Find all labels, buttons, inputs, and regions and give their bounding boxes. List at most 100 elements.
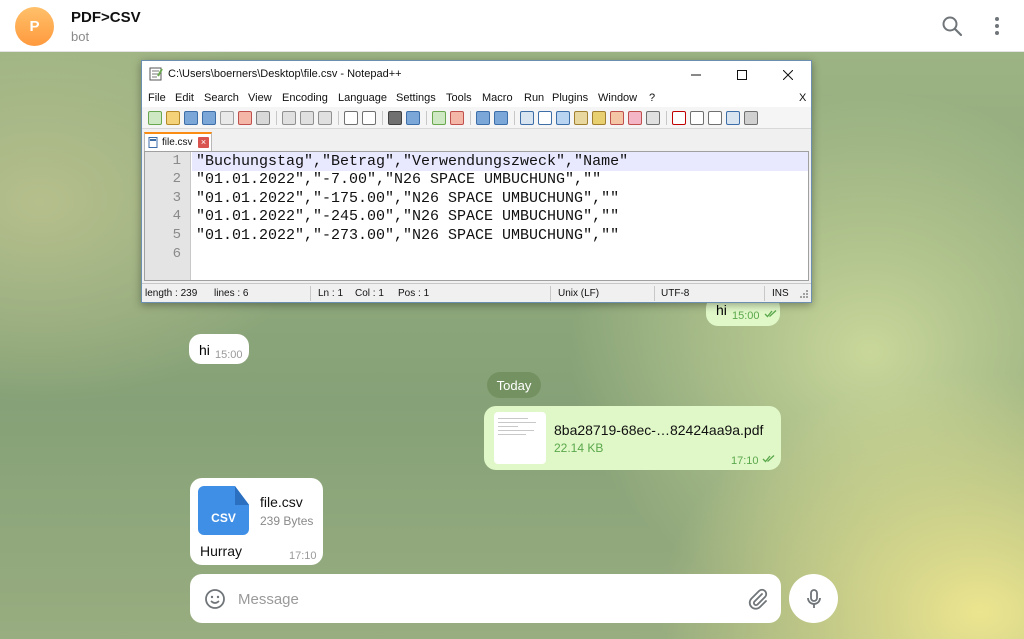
show-all-characters-icon[interactable] [538, 111, 552, 125]
copy-icon[interactable] [300, 111, 314, 125]
menu-file[interactable]: File [148, 92, 166, 104]
undo-icon[interactable] [344, 111, 358, 125]
status-eol-format[interactable]: Unix (LF) [558, 288, 599, 299]
menu-help[interactable]: ? [649, 92, 655, 104]
message-time: 15:00 [732, 310, 760, 322]
status-bar: length : 239 lines : 6 Ln : 1 Col : 1 Po… [142, 283, 811, 302]
menu-encoding[interactable]: Encoding [282, 92, 328, 104]
redo-icon[interactable] [362, 111, 376, 125]
run-macro-multiple-icon[interactable] [726, 111, 740, 125]
line-number: 1 [172, 153, 181, 169]
message-time: 17:10 [289, 550, 317, 562]
menu-language[interactable]: Language [338, 92, 387, 104]
message-pdf-file[interactable]: 8ba28719-68ec-…82424aa9a.pdf 22.14 KB 17… [484, 406, 781, 470]
code-line[interactable]: "Buchungstag","Betrag","Verwendungszweck… [196, 153, 628, 170]
sync-vertical-icon[interactable] [476, 111, 490, 125]
message-text: hi [199, 342, 210, 358]
message-time: 15:00 [215, 349, 243, 361]
file-icon [148, 137, 158, 148]
toolbar [142, 107, 811, 129]
file-size: 239 Bytes [260, 514, 314, 528]
stop-recording-icon[interactable] [690, 111, 704, 125]
message-composer [190, 574, 781, 623]
status-encoding[interactable]: UTF-8 [661, 288, 689, 299]
code-line[interactable]: "01.01.2022","-7.00","N26 SPACE UMBUCHUN… [196, 171, 601, 188]
window-title-bar[interactable]: C:\Users\boerners\Desktop\file.csv - Not… [142, 61, 811, 89]
microphone-icon [806, 588, 821, 608]
voice-record-button[interactable] [789, 574, 838, 623]
close-button[interactable] [765, 61, 811, 89]
menu-run[interactable]: Run [524, 92, 544, 104]
double-check-icon [762, 455, 775, 463]
resize-grip-icon[interactable] [800, 290, 809, 299]
indent-guide-icon[interactable] [556, 111, 570, 125]
cut-icon[interactable] [282, 111, 296, 125]
csv-file-icon[interactable]: CSV [198, 486, 249, 535]
close-file-icon[interactable] [220, 111, 234, 125]
zoom-out-icon[interactable] [450, 111, 464, 125]
record-macro-icon[interactable] [672, 111, 686, 125]
code-line[interactable]: "01.01.2022","-175.00","N26 SPACE UMBUCH… [196, 190, 619, 207]
message-in-hi[interactable]: hi 15:00 [189, 334, 249, 364]
maximize-button[interactable] [719, 61, 765, 89]
menu-tools[interactable]: Tools [446, 92, 472, 104]
menu-view[interactable]: View [248, 92, 272, 104]
close-all-icon[interactable] [238, 111, 252, 125]
chat-title[interactable]: PDF>CSV [71, 9, 141, 26]
word-wrap-icon[interactable] [520, 111, 534, 125]
replace-icon[interactable] [406, 111, 420, 125]
sync-horizontal-icon[interactable] [494, 111, 508, 125]
date-separator: Today [487, 372, 541, 398]
zoom-in-icon[interactable] [432, 111, 446, 125]
message-input[interactable] [238, 583, 738, 615]
file-name[interactable]: 8ba28719-68ec-…82424aa9a.pdf [554, 422, 763, 438]
emoji-icon[interactable] [203, 587, 227, 611]
menu-macro[interactable]: Macro [482, 92, 513, 104]
menu-window[interactable]: Window [598, 92, 637, 104]
status-position: Pos : 1 [398, 288, 430, 299]
status-insert-mode[interactable]: INS [772, 288, 789, 299]
tab-file-csv[interactable]: file.csv × [144, 132, 212, 151]
save-icon[interactable] [184, 111, 198, 125]
status-line-number: Ln : 1 [318, 288, 344, 299]
tab-bar: file.csv × [142, 129, 811, 151]
tab-close-icon[interactable]: × [198, 137, 209, 148]
menu-close-document[interactable]: X [799, 92, 806, 104]
menu-search[interactable]: Search [204, 92, 239, 104]
find-icon[interactable] [388, 111, 402, 125]
message-caption: Hurray [200, 543, 243, 559]
save-all-icon[interactable] [202, 111, 216, 125]
pdf-thumbnail[interactable] [494, 412, 546, 464]
folder-as-workspace-icon[interactable] [628, 111, 642, 125]
avatar[interactable]: P [15, 7, 54, 46]
minimize-button[interactable] [673, 61, 719, 89]
menu-settings[interactable]: Settings [396, 92, 436, 104]
notepad-plus-plus-window[interactable]: C:\Users\boerners\Desktop\file.csv - Not… [141, 60, 812, 303]
message-time: 17:10 [731, 455, 759, 467]
open-folder-icon[interactable] [166, 111, 180, 125]
save-macro-icon[interactable] [744, 111, 758, 125]
search-icon[interactable] [940, 14, 964, 38]
paste-icon[interactable] [318, 111, 332, 125]
more-vertical-icon[interactable] [985, 14, 1009, 38]
new-file-icon[interactable] [148, 111, 162, 125]
message-csv-file[interactable]: CSV file.csv 239 Bytes Hurray 17:10 [190, 478, 323, 565]
language-format-icon[interactable] [574, 111, 588, 125]
menu-plugins[interactable]: Plugins [552, 92, 588, 104]
print-icon[interactable] [256, 111, 270, 125]
message-text: hi [716, 302, 727, 318]
code-line[interactable]: "01.01.2022","-245.00","N26 SPACE UMBUCH… [196, 208, 619, 225]
code-line[interactable]: "01.01.2022","-273.00","N26 SPACE UMBUCH… [196, 227, 619, 244]
line-number: 5 [172, 227, 181, 243]
document-map-icon[interactable] [592, 111, 606, 125]
file-name[interactable]: file.csv [260, 494, 303, 510]
editor-area[interactable]: 1 2 3 4 5 6 "Buchungstag","Betrag","Verw… [144, 151, 809, 281]
csv-icon-label: CSV [211, 511, 236, 525]
menu-edit[interactable]: Edit [175, 92, 194, 104]
play-macro-icon[interactable] [708, 111, 722, 125]
line-number: 4 [172, 208, 181, 224]
window-title: C:\Users\boerners\Desktop\file.csv - Not… [168, 68, 402, 80]
monitoring-icon[interactable] [646, 111, 660, 125]
function-list-icon[interactable] [610, 111, 624, 125]
paperclip-icon[interactable] [746, 587, 770, 611]
